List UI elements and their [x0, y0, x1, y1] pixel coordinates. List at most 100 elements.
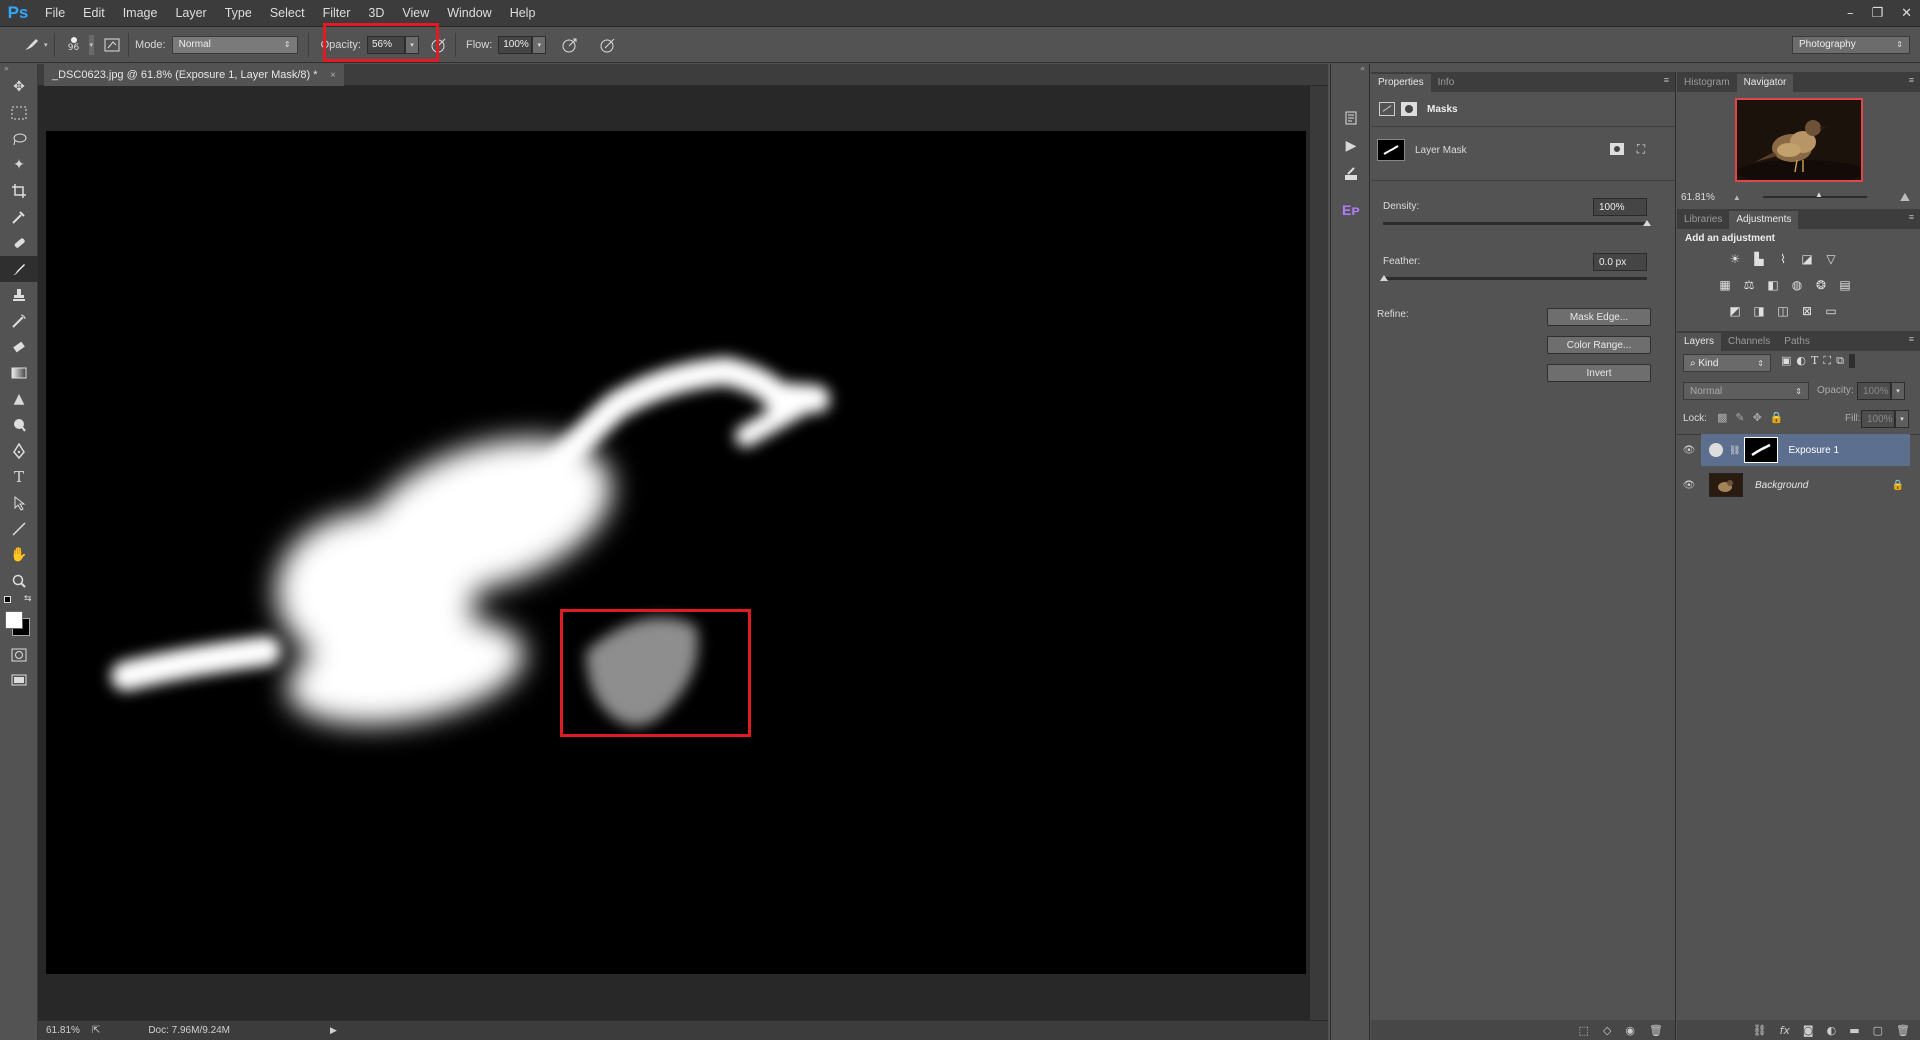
photo-filter-icon[interactable]: ◍ [1787, 276, 1807, 294]
menu-select[interactable]: Select [261, 0, 314, 27]
close-tab-icon[interactable]: × [330, 70, 336, 81]
lock-transparent-icon[interactable]: ▩ [1717, 411, 1727, 424]
pen-tool-icon[interactable] [0, 438, 38, 464]
tab-layers[interactable]: Layers [1677, 333, 1722, 351]
magic-wand-tool-icon[interactable]: ✦ [0, 152, 38, 178]
line-tool-icon[interactable] [0, 516, 38, 542]
status-menu-arrow-icon[interactable]: ▶ [330, 1025, 337, 1036]
new-layer-icon[interactable]: ▢ [1873, 1024, 1883, 1037]
menu-layer[interactable]: Layer [166, 0, 215, 27]
select-pixel-mask-icon[interactable] [1607, 140, 1627, 158]
type-tool-icon[interactable]: T [0, 464, 38, 490]
curves-icon[interactable]: ⌇ [1773, 250, 1793, 268]
filter-toggle[interactable] [1848, 354, 1855, 368]
hand-tool-icon[interactable]: ✋ [0, 542, 38, 568]
layer-opacity-dropdown-icon[interactable]: ▾ [1891, 382, 1905, 400]
density-field[interactable]: 100% [1593, 198, 1647, 216]
channel-mixer-icon[interactable]: ❂ [1811, 276, 1831, 294]
tab-adjustments[interactable]: Adjustments [1729, 211, 1799, 229]
color-range-button[interactable]: Color Range... [1547, 336, 1651, 354]
brush-size-picker[interactable]: 96 [61, 31, 87, 59]
tab-channels[interactable]: Channels [1721, 333, 1777, 351]
history-brush-tool-icon[interactable] [0, 308, 38, 334]
zoom-tool-icon[interactable] [0, 568, 38, 594]
feather-slider[interactable] [1383, 277, 1647, 280]
new-group-icon[interactable]: ▬ [1849, 1024, 1859, 1037]
link-layers-icon[interactable]: ⛓ [1753, 1024, 1767, 1037]
filter-smart-object-icon[interactable]: ⧉ [1836, 354, 1844, 368]
apply-mask-icon[interactable]: ◇ [1603, 1024, 1611, 1037]
filter-shape-icon[interactable]: ⛶ [1823, 354, 1831, 368]
menu-type[interactable]: Type [216, 0, 261, 27]
airbrush-icon[interactable] [560, 35, 580, 55]
document-tab[interactable]: _DSC0623.jpg @ 61.8% (Exposure 1, Layer … [44, 64, 344, 86]
invert-button[interactable]: Invert [1547, 364, 1651, 382]
select-vector-mask-icon[interactable]: ⛶ [1631, 140, 1651, 158]
brightness-contrast-icon[interactable]: ☀ [1725, 250, 1745, 268]
adjustment-layer-thumb-icon[interactable] [1709, 443, 1723, 457]
menu-image[interactable]: Image [114, 0, 167, 27]
visibility-eye-icon[interactable]: 👁 [1677, 445, 1701, 456]
fx-icon[interactable]: fx [1780, 1024, 1790, 1037]
lock-image-icon[interactable]: ✎ [1735, 411, 1744, 424]
flow-field[interactable]: 100% [498, 35, 533, 54]
new-adjustment-icon[interactable]: ◐ [1827, 1024, 1837, 1037]
preset-dropdown-icon[interactable]: ▾ [44, 41, 48, 49]
default-colors-icon[interactable] [4, 596, 11, 603]
layer-row-background[interactable]: 👁 Background 🔒 [1677, 469, 1920, 501]
layer-mask-thumbnail[interactable] [1744, 437, 1779, 463]
mode-select[interactable]: Normal ⇕ [171, 35, 298, 54]
pixel-mask-icon[interactable] [1401, 102, 1417, 116]
vertical-scrollbar[interactable] [1310, 86, 1328, 1020]
navigator-zoom-thumb[interactable]: ▲ [1815, 190, 1823, 199]
history-panel-icon[interactable] [1331, 104, 1371, 132]
visibility-icon[interactable]: ◉ [1625, 1024, 1635, 1037]
dodge-tool-icon[interactable] [0, 412, 38, 438]
crop-tool-icon[interactable] [0, 178, 38, 204]
layer-opacity-field[interactable]: 100% [1857, 382, 1891, 400]
tab-histogram[interactable]: Histogram [1677, 74, 1737, 92]
tab-paths[interactable]: Paths [1777, 333, 1817, 351]
layer-mask-canvas[interactable] [46, 131, 1306, 974]
workspace-select[interactable]: Photography ⇕ [1792, 35, 1910, 54]
actions-play-icon[interactable]: ▶ [1331, 132, 1371, 160]
tab-libraries[interactable]: Libraries [1677, 211, 1729, 229]
zoom-level[interactable]: 61.81% [46, 1025, 80, 1036]
layer-name[interactable]: Background [1755, 480, 1808, 491]
screen-mode-icon[interactable] [0, 668, 38, 694]
panel-menu-icon[interactable]: ≡ [1909, 212, 1914, 222]
delete-mask-icon[interactable]: 🗑 [1649, 1024, 1663, 1037]
panel-collapse-icon[interactable]: » [0, 64, 37, 74]
threshold-icon[interactable]: ◫ [1773, 302, 1793, 320]
tab-info[interactable]: Info [1431, 74, 1462, 92]
lock-position-icon[interactable]: ✥ [1753, 411, 1762, 424]
extension-ep-icon[interactable]: Eᴘ [1331, 196, 1371, 224]
adjustment-layer-icon[interactable] [1379, 102, 1395, 116]
brush-panel-toggle-icon[interactable] [102, 35, 122, 55]
filter-pixel-icon[interactable]: ▣ [1781, 354, 1791, 368]
menu-file[interactable]: File [36, 0, 74, 27]
menu-window[interactable]: Window [438, 0, 500, 27]
restore-button[interactable]: ❐ [1871, 6, 1883, 21]
zoom-out-icon[interactable]: ▲ [1733, 193, 1741, 202]
hue-saturation-icon[interactable]: ▦ [1715, 276, 1735, 294]
black-white-icon[interactable]: ◧ [1763, 276, 1783, 294]
filter-type-icon[interactable]: T [1811, 354, 1818, 368]
gradient-map-icon[interactable]: ▭ [1821, 302, 1841, 320]
density-slider-thumb[interactable] [1643, 220, 1651, 226]
invert-icon[interactable]: ◩ [1725, 302, 1745, 320]
blur-tool-icon[interactable]: ▲ [0, 386, 38, 412]
eyedropper-tool-icon[interactable] [0, 204, 38, 230]
levels-icon[interactable]: ▙ [1749, 250, 1769, 268]
minimize-button[interactable]: – [1847, 6, 1854, 21]
exposure-icon[interactable]: ◪ [1797, 250, 1817, 268]
fill-field[interactable]: 100% [1861, 410, 1895, 428]
color-balance-icon[interactable]: ⚖ [1739, 276, 1759, 294]
fill-dropdown-icon[interactable]: ▾ [1895, 410, 1909, 428]
menu-help[interactable]: Help [501, 0, 545, 27]
lock-all-icon[interactable]: 🔒 [1770, 411, 1784, 424]
visibility-eye-icon[interactable]: 👁 [1677, 480, 1701, 491]
quick-mask-icon[interactable] [0, 642, 38, 668]
layer-name[interactable]: Exposure 1 [1788, 445, 1839, 456]
add-mask-icon[interactable]: ◙ [1803, 1024, 1814, 1037]
